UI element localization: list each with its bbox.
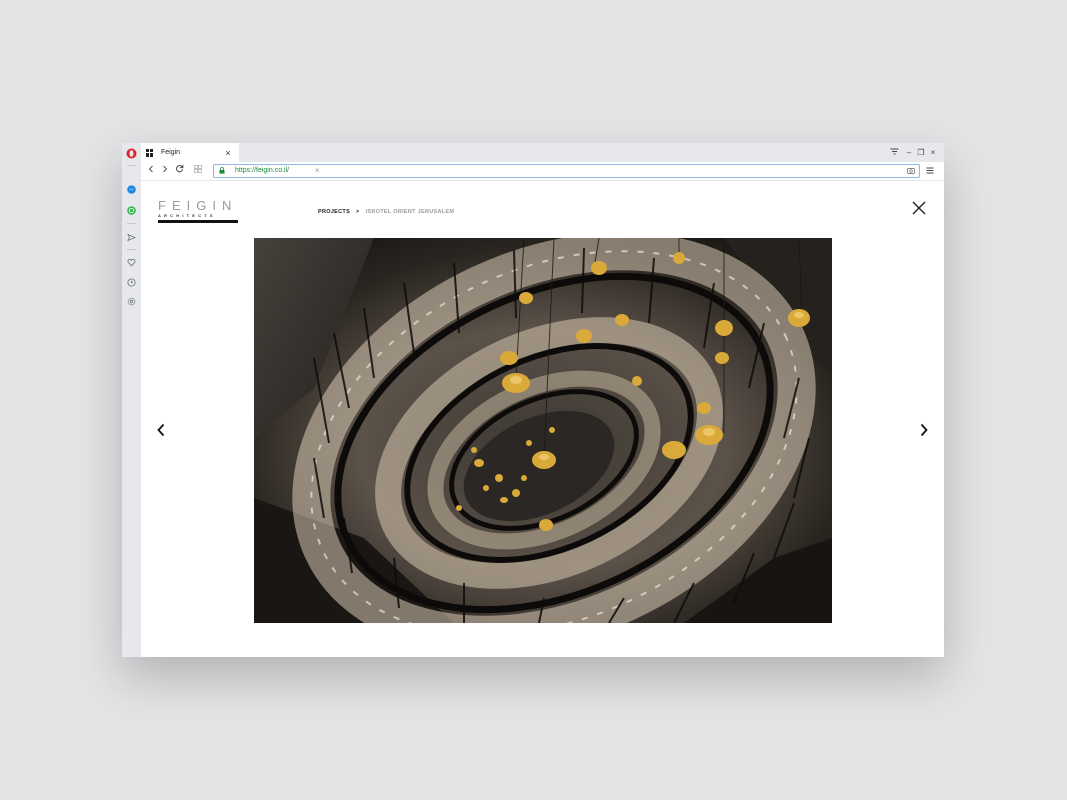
window-close-button[interactable]: × xyxy=(927,143,939,162)
send-icon[interactable] xyxy=(126,232,137,243)
sidebar-divider xyxy=(127,223,136,224)
opera-logo-icon[interactable] xyxy=(126,148,137,159)
logo-name: FEIGIN xyxy=(158,198,238,213)
back-button[interactable] xyxy=(144,162,158,180)
site-favicon-icon xyxy=(146,148,154,157)
chevron-right-icon[interactable] xyxy=(919,422,929,438)
address-bar[interactable]: https://feigin.co.il/ × xyxy=(213,164,920,178)
url-clear-button[interactable]: × xyxy=(315,165,320,177)
whatsapp-icon[interactable] xyxy=(126,205,137,216)
tab-strip: Feigin × – ❐ × xyxy=(141,143,944,162)
history-clock-icon[interactable] xyxy=(126,277,137,288)
tab-title: Feigin xyxy=(161,149,181,156)
easy-setup-menu-icon[interactable] xyxy=(926,162,934,180)
forward-button[interactable] xyxy=(158,162,172,180)
breadcrumb-projects-link[interactable]: PROJECTS xyxy=(318,209,350,215)
logo-subtitle: ARCHITECTS xyxy=(158,213,216,218)
web-page: FEIGIN ARCHITECTS PROJECTS > ISROTEL ORIEN… xyxy=(141,181,944,657)
settings-gear-icon[interactable] xyxy=(126,296,137,307)
messenger-icon[interactable] xyxy=(126,184,137,195)
secure-lock-icon xyxy=(219,167,225,174)
speed-dial-icon[interactable] xyxy=(191,162,205,180)
feigin-logo[interactable]: FEIGIN ARCHITECTS xyxy=(158,198,238,223)
tab-feigin[interactable]: Feigin × xyxy=(141,143,239,162)
project-photo xyxy=(254,238,832,623)
restore-button[interactable]: ❐ xyxy=(915,143,927,162)
logo-bar xyxy=(158,220,238,223)
tab-menu-icon[interactable] xyxy=(885,143,903,162)
close-icon[interactable] xyxy=(911,200,927,216)
breadcrumb-separator: > xyxy=(356,209,360,215)
minimize-button[interactable]: – xyxy=(903,143,915,162)
browser-window: Feigin × – ❐ × https://feigin.co.il/ × F… xyxy=(122,143,944,657)
breadcrumb: PROJECTS > ISROTEL ORIENT JERUSALEM xyxy=(318,209,454,215)
spiral-staircase-image xyxy=(254,238,832,623)
tab-close-button[interactable]: × xyxy=(223,148,233,158)
sidebar-divider xyxy=(127,249,136,250)
address-bar-row: https://feigin.co.il/ × xyxy=(141,162,944,181)
heart-icon[interactable] xyxy=(126,257,137,268)
browser-sidebar xyxy=(122,143,141,657)
breadcrumb-current: ISROTEL ORIENT JERUSALEM xyxy=(365,209,455,215)
chevron-left-icon[interactable] xyxy=(156,422,166,438)
window-controls: – ❐ × xyxy=(885,143,944,162)
reload-button[interactable] xyxy=(172,162,186,180)
snapshot-camera-icon[interactable] xyxy=(907,167,915,174)
url-text[interactable]: https://feigin.co.il/ xyxy=(235,165,289,177)
sidebar-divider xyxy=(127,165,136,166)
